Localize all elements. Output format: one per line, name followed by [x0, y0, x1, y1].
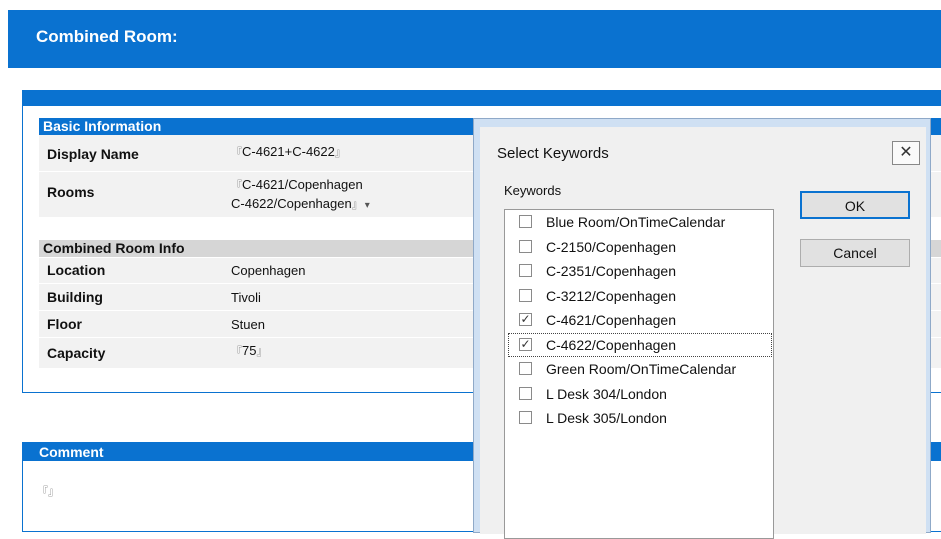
field-close-marker: 』 [334, 147, 346, 159]
floor-label: Floor [47, 316, 82, 332]
keyword-checkbox[interactable] [519, 411, 532, 424]
form-top-bar [23, 90, 941, 106]
chevron-down-icon[interactable]: ▾ [365, 200, 370, 211]
field-close-marker: 』 [351, 199, 363, 211]
keyword-item[interactable]: L Desk 304/London [509, 383, 771, 405]
select-keywords-dialog: Select Keywords ✕ Keywords Blue Room/OnT… [473, 118, 931, 539]
location-value: Copenhagen [231, 263, 306, 278]
page-title: Combined Room: [36, 27, 178, 46]
keyword-label: Green Room/OnTimeCalendar [546, 361, 737, 377]
keyword-item[interactable]: ✓ C-4621/Copenhagen [509, 309, 771, 331]
rooms-field[interactable]: 『C-4621/Copenhagen C-4622/Copenhagen』 ▾ [231, 176, 370, 214]
keyword-item[interactable]: C-3212/Copenhagen [509, 285, 771, 307]
display-name-field[interactable]: 『C-4621+C-4622』 [231, 144, 346, 160]
field-open-marker: 『 [231, 147, 242, 159]
field-close-marker: 』 [256, 346, 268, 358]
keyword-item[interactable]: Green Room/OnTimeCalendar [509, 358, 771, 380]
close-icon[interactable]: ✕ [892, 141, 920, 165]
keyword-checkbox[interactable] [519, 362, 532, 375]
comment-field[interactable]: 『』 [37, 483, 59, 499]
field-open-marker: 『 [231, 346, 242, 358]
capacity-label: Capacity [47, 345, 106, 361]
keyword-label: Blue Room/OnTimeCalendar [546, 214, 726, 230]
building-label: Building [47, 289, 103, 305]
location-label: Location [47, 262, 106, 278]
keyword-checkbox[interactable]: ✓ [519, 337, 532, 351]
capacity-value: 75 [242, 343, 257, 358]
rooms-value-line2: C-4622/Copenhagen [231, 196, 352, 211]
keyword-label: L Desk 305/London [546, 410, 667, 426]
floor-value: Stuen [231, 317, 265, 332]
capacity-field[interactable]: 『75』 [231, 343, 267, 359]
keyword-label: L Desk 304/London [546, 385, 667, 402]
keyword-label: C-2351/Copenhagen [546, 263, 676, 279]
dialog-body: Select Keywords ✕ Keywords Blue Room/OnT… [480, 127, 926, 539]
cancel-button[interactable]: Cancel [800, 239, 910, 267]
keyword-checkbox[interactable]: ✓ [519, 313, 532, 326]
keyword-item[interactable]: ✓ C-4622/Copenhagen [508, 332, 772, 357]
field-open-marker: 『 [231, 180, 242, 192]
display-name-value: C-4621+C-4622 [242, 144, 335, 159]
keyword-item[interactable]: L Desk 305/London [509, 407, 771, 429]
keyword-checkbox[interactable] [519, 215, 532, 228]
keyword-item[interactable]: Blue Room/OnTimeCalendar [509, 211, 771, 233]
keyword-label: C-3212/Copenhagen [546, 287, 676, 304]
keyword-checkbox[interactable] [519, 264, 532, 277]
dialog-title: Select Keywords [497, 145, 609, 162]
keywords-list[interactable]: Blue Room/OnTimeCalendar C-2150/Copenhage… [504, 209, 774, 539]
keyword-checkbox[interactable] [519, 386, 532, 400]
rooms-value-line1: C-4621/Copenhagen [242, 177, 363, 192]
keyword-label: C-2150/Copenhagen [546, 238, 676, 255]
keywords-label: Keywords [504, 183, 562, 198]
keyword-checkbox[interactable] [519, 239, 532, 253]
display-name-label: Display Name [47, 146, 139, 162]
keyword-checkbox[interactable] [519, 288, 532, 302]
keyword-item[interactable]: C-2150/Copenhagen [509, 236, 771, 258]
field-close-marker: 』 [48, 486, 59, 498]
building-value: Tivoli [231, 290, 261, 305]
keyword-label: C-4622/Copenhagen [546, 336, 676, 353]
keyword-label: C-4621/Copenhagen [546, 312, 676, 328]
field-open-marker: 『 [37, 486, 48, 498]
page-header: Combined Room: [8, 10, 941, 68]
keyword-item[interactable]: C-2351/Copenhagen [509, 260, 771, 282]
rooms-label: Rooms [47, 184, 95, 200]
ok-button[interactable]: OK [800, 191, 910, 219]
